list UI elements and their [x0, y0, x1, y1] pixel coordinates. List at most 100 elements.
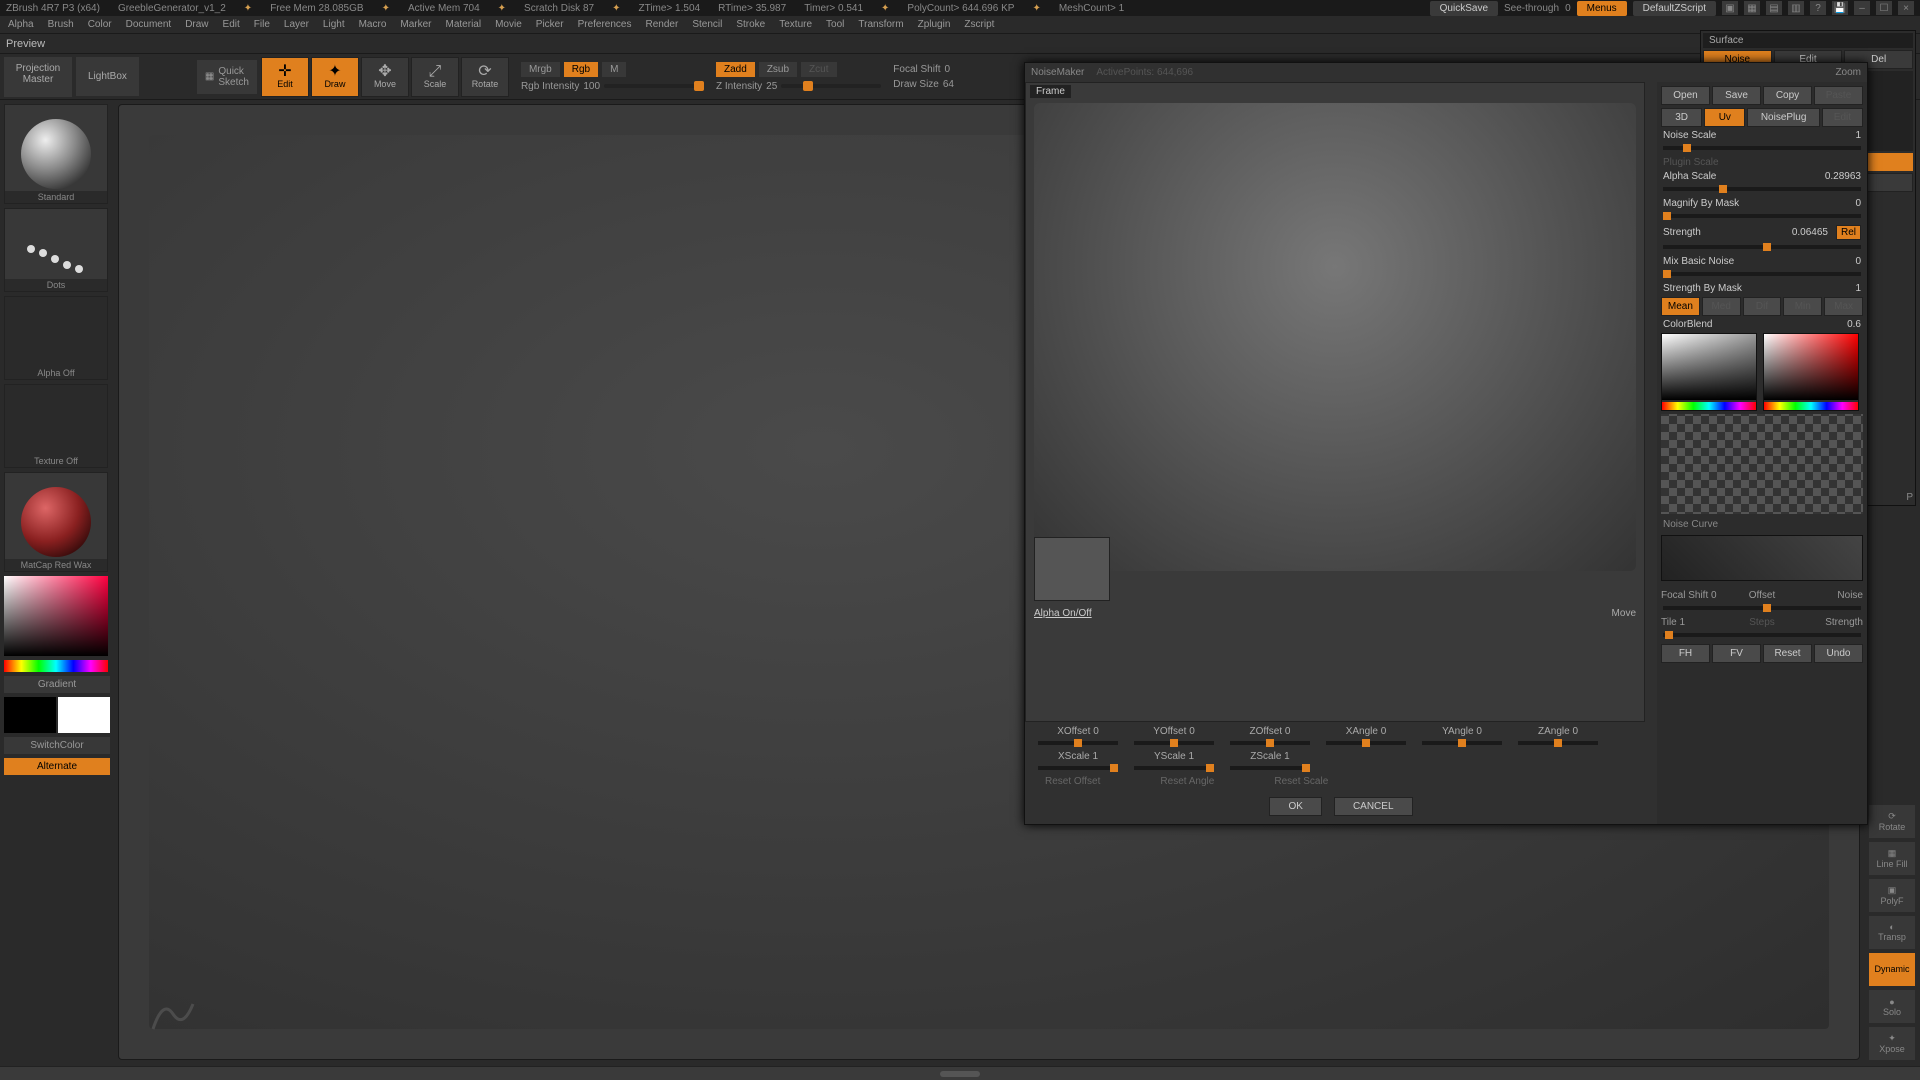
- magnify-slider[interactable]: [1663, 214, 1861, 218]
- menu-item[interactable]: Zplugin: [918, 19, 951, 30]
- zadd-toggle[interactable]: Zadd: [716, 62, 755, 77]
- resize-grip-icon[interactable]: [940, 1071, 980, 1077]
- menu-item[interactable]: Material: [446, 19, 482, 30]
- menu-item[interactable]: Tool: [826, 19, 844, 30]
- noise-scale-slider[interactable]: [1663, 146, 1861, 150]
- zangle-slider[interactable]: [1518, 741, 1598, 745]
- copy-button[interactable]: Copy: [1763, 86, 1812, 105]
- maximize-icon[interactable]: ☐: [1876, 1, 1892, 15]
- linefill-button[interactable]: ▦Line Fill: [1869, 842, 1915, 875]
- move-tool[interactable]: ✥Move: [361, 57, 409, 97]
- paste-button[interactable]: Paste: [1814, 86, 1863, 105]
- uv-toggle[interactable]: Uv: [1704, 108, 1745, 127]
- rel-toggle[interactable]: Rel: [1836, 225, 1861, 240]
- noiseplug-button[interactable]: NoisePlug: [1747, 108, 1819, 127]
- fv-button[interactable]: FV: [1712, 644, 1761, 663]
- menu-item[interactable]: Movie: [495, 19, 522, 30]
- xoffset-slider[interactable]: [1038, 741, 1118, 745]
- cancel-button[interactable]: CANCEL: [1334, 797, 1413, 816]
- menu-item[interactable]: Picker: [536, 19, 564, 30]
- mean-toggle[interactable]: Mean: [1661, 297, 1700, 316]
- z-intensity-slider[interactable]: [781, 84, 881, 88]
- menu-item[interactable]: Marker: [400, 19, 431, 30]
- menu-item[interactable]: File: [254, 19, 270, 30]
- zscale-slider[interactable]: [1230, 766, 1310, 770]
- window-icon[interactable]: ▤: [1766, 1, 1782, 15]
- close-icon[interactable]: ×: [1898, 1, 1914, 15]
- menu-item[interactable]: Draw: [185, 19, 208, 30]
- reset-scale-button[interactable]: Reset Scale: [1274, 776, 1328, 787]
- projection-master-button[interactable]: ProjectionMaster: [4, 57, 72, 97]
- transp-button[interactable]: ◐Transp: [1869, 916, 1915, 949]
- zsub-toggle[interactable]: Zsub: [759, 62, 797, 77]
- open-button[interactable]: Open: [1661, 86, 1710, 105]
- rgb-intensity-slider[interactable]: [604, 84, 704, 88]
- rotate-tool[interactable]: ⟳Rotate: [461, 57, 509, 97]
- strength-slider[interactable]: [1663, 245, 1861, 249]
- noisemaker-preview[interactable]: Frame Alpha On/Off Move: [1025, 82, 1645, 722]
- colorblend-picker-b[interactable]: [1763, 333, 1859, 411]
- yoffset-slider[interactable]: [1134, 741, 1214, 745]
- mixbasic-slider[interactable]: [1663, 272, 1861, 276]
- xscale-slider[interactable]: [1038, 766, 1118, 770]
- disk-icon[interactable]: 💾: [1832, 1, 1848, 15]
- gradient-button[interactable]: Gradient: [4, 676, 110, 693]
- draw-tool[interactable]: ✦Draw: [311, 57, 359, 97]
- lightbox-button[interactable]: LightBox: [76, 57, 139, 96]
- brush-thumbnail[interactable]: Standard: [4, 104, 108, 204]
- menu-item[interactable]: Macro: [359, 19, 387, 30]
- quicksave-button[interactable]: QuickSave: [1430, 1, 1498, 16]
- polyf-button[interactable]: ▣PolyF: [1869, 879, 1915, 912]
- solo-button[interactable]: ●Solo: [1869, 990, 1915, 1023]
- alternate-button[interactable]: Alternate: [4, 758, 110, 775]
- window-icon[interactable]: ▣: [1722, 1, 1738, 15]
- 3d-toggle[interactable]: 3D: [1661, 108, 1702, 127]
- menu-item[interactable]: Stroke: [736, 19, 765, 30]
- menu-item[interactable]: Brush: [48, 19, 74, 30]
- zoom-label[interactable]: Zoom: [1835, 67, 1861, 78]
- alpha-thumbnail[interactable]: Alpha Off: [4, 296, 108, 380]
- color-swatch-black[interactable]: [4, 697, 56, 733]
- minimize-icon[interactable]: –: [1854, 1, 1870, 15]
- switchcolor-button[interactable]: SwitchColor: [4, 737, 110, 754]
- rotate-tool-button[interactable]: ⟳Rotate: [1869, 805, 1915, 838]
- material-thumbnail[interactable]: MatCap Red Wax: [4, 472, 108, 572]
- surface-header[interactable]: Surface: [1703, 33, 1913, 48]
- edit-tool[interactable]: ✛Edit: [261, 57, 309, 97]
- zoffset-slider[interactable]: [1230, 741, 1310, 745]
- yangle-slider[interactable]: [1422, 741, 1502, 745]
- med-toggle[interactable]: Med: [1702, 297, 1741, 316]
- alpha-onoff-toggle[interactable]: Alpha On/Off: [1034, 608, 1092, 619]
- undo-curve-button[interactable]: Undo: [1814, 644, 1863, 663]
- rgb-toggle[interactable]: Rgb: [564, 62, 598, 77]
- menu-item[interactable]: Texture: [779, 19, 812, 30]
- menu-item[interactable]: Layer: [284, 19, 309, 30]
- focal-shift-value[interactable]: 0: [945, 64, 951, 75]
- mrgb-toggle[interactable]: Mrgb: [521, 62, 560, 77]
- stroke-thumbnail[interactable]: Dots: [4, 208, 108, 292]
- save-button[interactable]: Save: [1712, 86, 1761, 105]
- scale-tool[interactable]: ⤢Scale: [411, 57, 459, 97]
- alpha-scale-slider[interactable]: [1663, 187, 1861, 191]
- menu-item[interactable]: Light: [323, 19, 345, 30]
- draw-size-value[interactable]: 64: [943, 79, 954, 90]
- menu-item[interactable]: Render: [646, 19, 679, 30]
- menu-item[interactable]: Edit: [223, 19, 240, 30]
- menus-button[interactable]: Menus: [1577, 1, 1627, 16]
- menu-item[interactable]: Stencil: [692, 19, 722, 30]
- seethrough-value[interactable]: 0: [1565, 3, 1571, 14]
- menu-item[interactable]: Alpha: [8, 19, 34, 30]
- color-swatch-white[interactable]: [58, 697, 110, 733]
- xpose-button[interactable]: ✦Xpose: [1869, 1027, 1915, 1060]
- menu-item[interactable]: Transform: [858, 19, 903, 30]
- alpha-thumbnail[interactable]: [1034, 537, 1110, 601]
- move-label[interactable]: Move: [1612, 608, 1636, 619]
- m-toggle[interactable]: M: [602, 62, 626, 77]
- ok-button[interactable]: OK: [1269, 797, 1321, 816]
- xangle-slider[interactable]: [1326, 741, 1406, 745]
- rgb-intensity-value[interactable]: 100: [583, 81, 600, 92]
- focal-shift-slider[interactable]: [1663, 606, 1861, 610]
- help-icon[interactable]: ?: [1810, 1, 1826, 15]
- tile-slider[interactable]: [1663, 633, 1861, 637]
- menu-item[interactable]: Preferences: [578, 19, 632, 30]
